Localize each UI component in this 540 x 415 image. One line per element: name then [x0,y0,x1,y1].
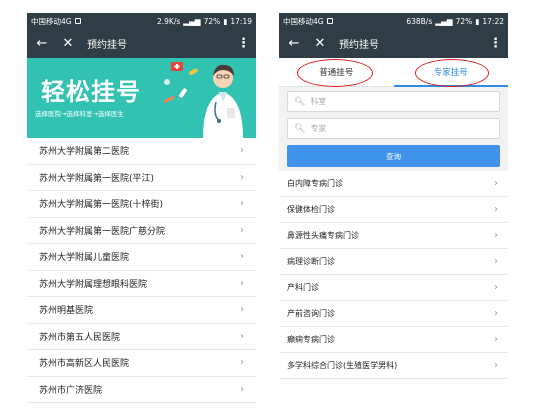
carrier-label: 中国移动4G [31,16,72,26]
hospital-name: 苏州大学附属儿童医院 [39,253,130,264]
expert-placeholder: 专家 [310,124,327,133]
network-speed: 2.9K/s [156,16,181,26]
list-item[interactable]: 多学科综合门诊(生殖医学男科) › [279,353,508,379]
battery-percent: 72% [203,16,221,26]
hospital-name: 苏州大学附属理想眼科医院 [39,279,148,290]
list-item[interactable]: 苏州市广济医院 › [27,377,256,403]
status-bar: 中国移动4G 2.9K/s ▂▄▆ 72% ▮ 17:19 [27,13,256,29]
clinic-name: 病理诊断门诊 [287,257,335,266]
sim-icon [326,18,333,24]
list-item[interactable]: 鼻源性头痛专病门诊 › [279,223,508,249]
more-menu-icon[interactable]: ⋮ [237,36,250,51]
chevron-right-icon: › [494,230,498,241]
clinic-name: 保健体检门诊 [287,205,335,214]
list-item[interactable]: 癫痫专病门诊 › [279,327,508,353]
list-item[interactable]: 病理诊断门诊 › [279,249,508,275]
list-item[interactable]: 苏州大学附属儿童医院 › [27,244,256,271]
network-speed: 638B/s [406,16,433,26]
tab-bar: 普通挂号 专家挂号 [279,58,508,87]
hospital-name: 苏州市第五人民医院 [39,332,121,343]
page-title: 预约挂号 [339,40,379,51]
hospital-list: 苏州大学附属第二医院 › 苏州大学附属第一医院(平江) › 苏州大学附属第一医院… [27,138,256,403]
close-icon[interactable]: ✕ [59,36,77,51]
list-item[interactable]: 产科门诊 › [279,275,508,301]
list-item[interactable]: 苏州市高新区人民医院 › [27,350,256,377]
hospital-name: 苏州市高新区人民医院 [39,359,130,370]
app-bar: ← ✕ 预约挂号 ⋮ [27,29,256,58]
chevron-right-icon: › [240,277,244,289]
chevron-right-icon: › [240,171,244,183]
list-item[interactable]: 保健体检门诊 › [279,197,508,223]
search-icon: 🔍︎ [294,123,306,134]
battery-icon: ▮ [223,16,228,26]
clinic-list: 白内障专病门诊 › 保健体检门诊 › 鼻源性头痛专病门诊 › 病理诊断门诊 › … [279,171,508,379]
search-icon: 🔍︎ [294,96,306,107]
chevron-right-icon: › [240,251,244,263]
hospital-name: 苏州市广济医院 [39,385,103,396]
chevron-right-icon: › [240,198,244,210]
hospital-name: 苏州大学附属第一医院(十梓街) [39,200,164,211]
close-icon[interactable]: ✕ [311,36,329,51]
hospital-name: 苏州大学附属第一医院广慈分院 [39,226,166,237]
doctor-illustration [163,62,243,138]
banner-title: 轻松挂号 [41,78,141,106]
phone-screen-left: 中国移动4G 2.9K/s ▂▄▆ 72% ▮ 17:19 ← ✕ 预约挂号 ⋮… [27,13,256,415]
chevron-right-icon: › [240,330,244,342]
signal-icon: ▂▄▆ [183,16,201,26]
query-button[interactable]: 查询 [287,145,500,167]
clinic-name: 鼻源性头痛专病门诊 [287,231,359,240]
clinic-name: 产科门诊 [287,283,319,292]
chevron-right-icon: › [240,357,244,369]
department-placeholder: 科室 [310,97,327,106]
chevron-right-icon: › [494,282,498,293]
hospital-name: 苏州明基医院 [39,306,94,317]
back-arrow-icon[interactable]: ← [33,36,51,51]
list-item[interactable]: 苏州市第五人民医院 › [27,324,256,350]
chevron-right-icon: › [240,304,244,316]
chevron-right-icon: › [494,256,498,267]
chevron-right-icon: › [494,334,498,345]
chevron-right-icon: › [240,383,244,395]
clinic-name: 多学科综合门诊(生殖医学男科) [287,361,398,370]
status-bar: 中国移动4G 638B/s ▂▄▆ 72% ▮ 17:22 [279,13,508,29]
hospital-name: 苏州大学附属第二医院 [39,147,130,158]
list-item[interactable]: 苏州大学附属理想眼科医院 › [27,271,256,297]
clinic-name: 癫痫专病门诊 [287,335,335,344]
carrier-label: 中国移动4G [283,16,324,26]
back-arrow-icon[interactable]: ← [285,36,303,51]
chevron-right-icon: › [494,308,498,319]
list-item[interactable]: 苏州明基医院 › [27,297,256,324]
promo-banner: 轻松挂号 选择医院→选择科室→选择医生 [27,58,256,138]
battery-icon: ▮ [475,16,480,26]
list-item[interactable]: 苏州大学附属第二医院 › [27,138,256,165]
list-item[interactable]: 苏州大学附属第一医院(平江) › [27,165,256,191]
chevron-right-icon: › [494,178,498,189]
chevron-right-icon: › [494,360,498,371]
filter-panel: 🔍︎ 科室 🔍︎ 专家 查询 [279,87,508,171]
list-item[interactable]: 苏州大学附属第一医院(十梓街) › [27,191,256,218]
list-item[interactable]: 产前咨询门诊 › [279,301,508,327]
battery-percent: 72% [455,16,473,26]
clinic-name: 产前咨询门诊 [287,309,335,318]
clinic-name: 白内障专病门诊 [287,179,343,188]
highlight-circle [415,59,489,87]
department-search-field[interactable]: 🔍︎ 科室 [287,91,500,112]
chevron-right-icon: › [240,145,244,157]
highlight-circle [297,59,373,87]
more-menu-icon[interactable]: ⋮ [489,36,502,51]
hospital-name: 苏州大学附属第一医院(平江) [39,173,155,184]
signal-icon: ▂▄▆ [435,16,453,26]
list-item[interactable]: 苏州大学附属第一医院广慈分院 › [27,218,256,244]
chevron-right-icon: › [494,204,498,215]
page-title: 预约挂号 [87,40,127,51]
expert-search-field[interactable]: 🔍︎ 专家 [287,118,500,139]
app-bar: ← ✕ 预约挂号 ⋮ [279,29,508,58]
sim-icon [74,18,81,24]
banner-steps: 选择医院→选择科室→选择医生 [35,110,124,118]
chevron-right-icon: › [240,224,244,236]
clock: 17:19 [230,16,252,26]
list-item[interactable]: 白内障专病门诊 › [279,171,508,197]
clock: 17:22 [482,16,504,26]
phone-screen-right: 中国移动4G 638B/s ▂▄▆ 72% ▮ 17:22 ← ✕ 预约挂号 ⋮… [279,13,508,415]
